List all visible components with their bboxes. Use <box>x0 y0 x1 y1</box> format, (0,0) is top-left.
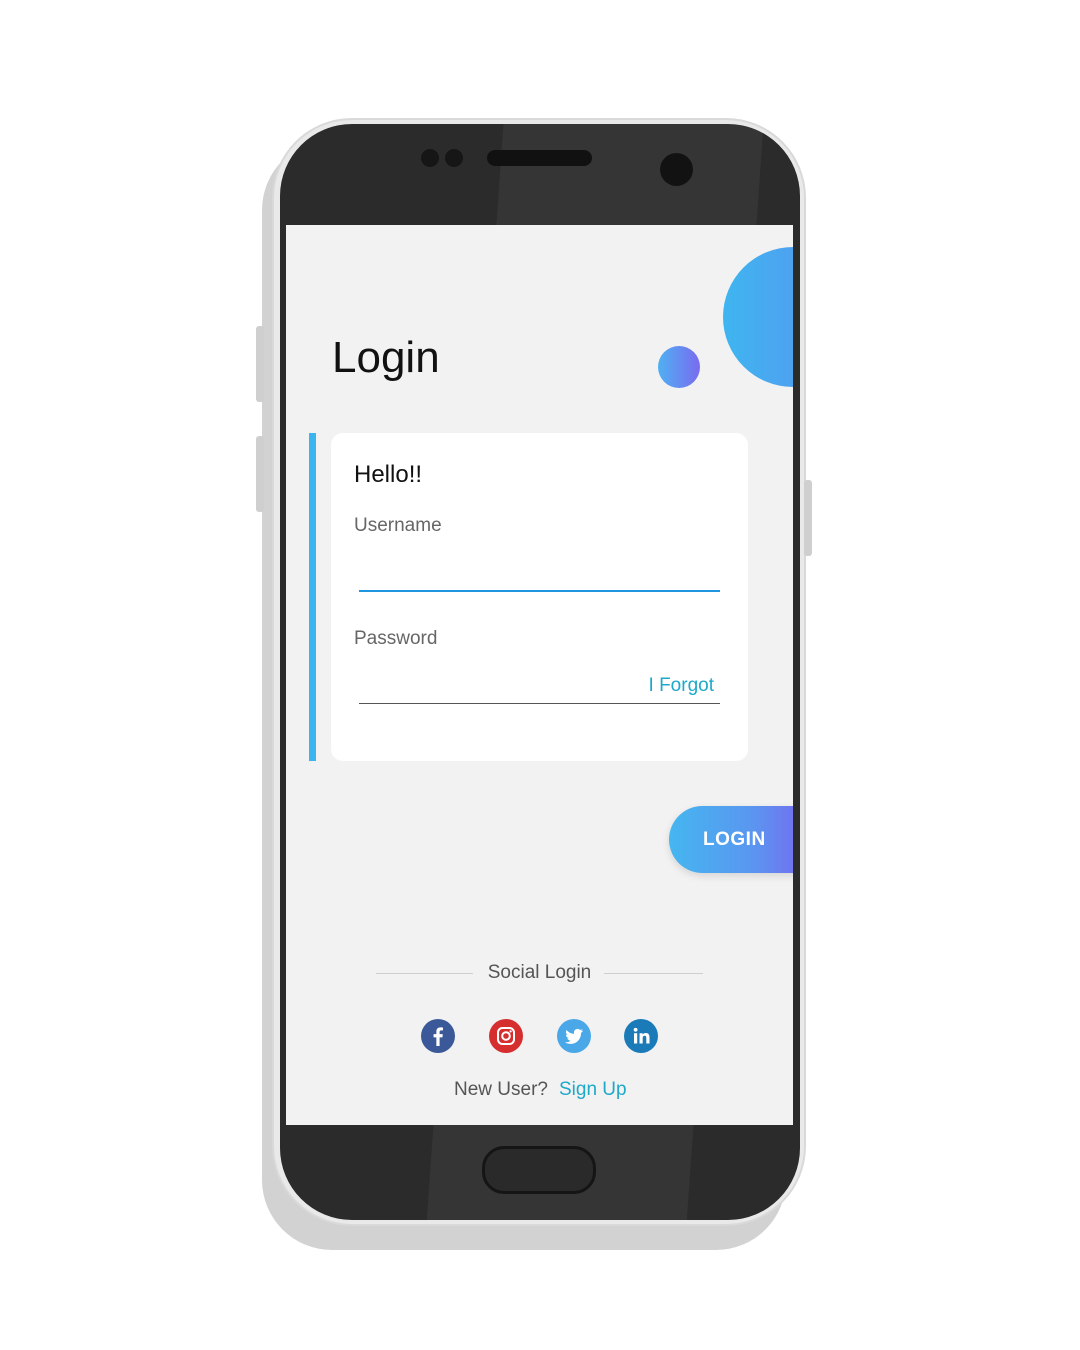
card-greeting: Hello!! <box>354 461 423 488</box>
linkedin-icon[interactable] <box>624 1019 658 1053</box>
username-label: Username <box>354 515 442 536</box>
password-label: Password <box>354 628 438 649</box>
instagram-glyph <box>497 1027 515 1045</box>
decorative-large-circle <box>723 247 793 387</box>
volume-down-button <box>256 436 264 512</box>
login-card: Hello!! Username Password I Forgot <box>331 433 748 761</box>
decorative-small-circle <box>658 346 700 388</box>
earpiece-speaker <box>487 150 592 166</box>
proximity-sensor <box>421 149 439 167</box>
forgot-password-link[interactable]: I Forgot <box>649 675 714 697</box>
login-button[interactable]: LOGIN <box>669 806 793 873</box>
social-divider-right <box>604 973 703 974</box>
social-login-title: Social Login <box>487 962 592 983</box>
twitter-glyph <box>565 1028 583 1044</box>
twitter-icon[interactable] <box>557 1019 591 1053</box>
username-underline <box>359 590 720 592</box>
card-accent-bar <box>309 433 316 761</box>
facebook-icon[interactable] <box>421 1019 455 1053</box>
light-sensor <box>445 149 463 167</box>
sign-up-link[interactable]: Sign Up <box>559 1079 627 1101</box>
home-button[interactable] <box>482 1146 596 1194</box>
password-underline <box>359 703 720 704</box>
front-camera <box>660 153 693 186</box>
instagram-icon[interactable] <box>489 1019 523 1053</box>
password-input[interactable] <box>359 665 629 705</box>
linkedin-glyph <box>633 1027 650 1044</box>
login-button-label: LOGIN <box>703 828 766 850</box>
login-screen: Login Hello!! Username Password I Forgot… <box>286 225 793 1125</box>
new-user-prompt: New User? <box>454 1079 548 1100</box>
page-title: Login <box>332 333 440 382</box>
facebook-glyph <box>433 1027 443 1046</box>
power-button <box>804 480 812 556</box>
volume-up-button <box>256 326 264 402</box>
